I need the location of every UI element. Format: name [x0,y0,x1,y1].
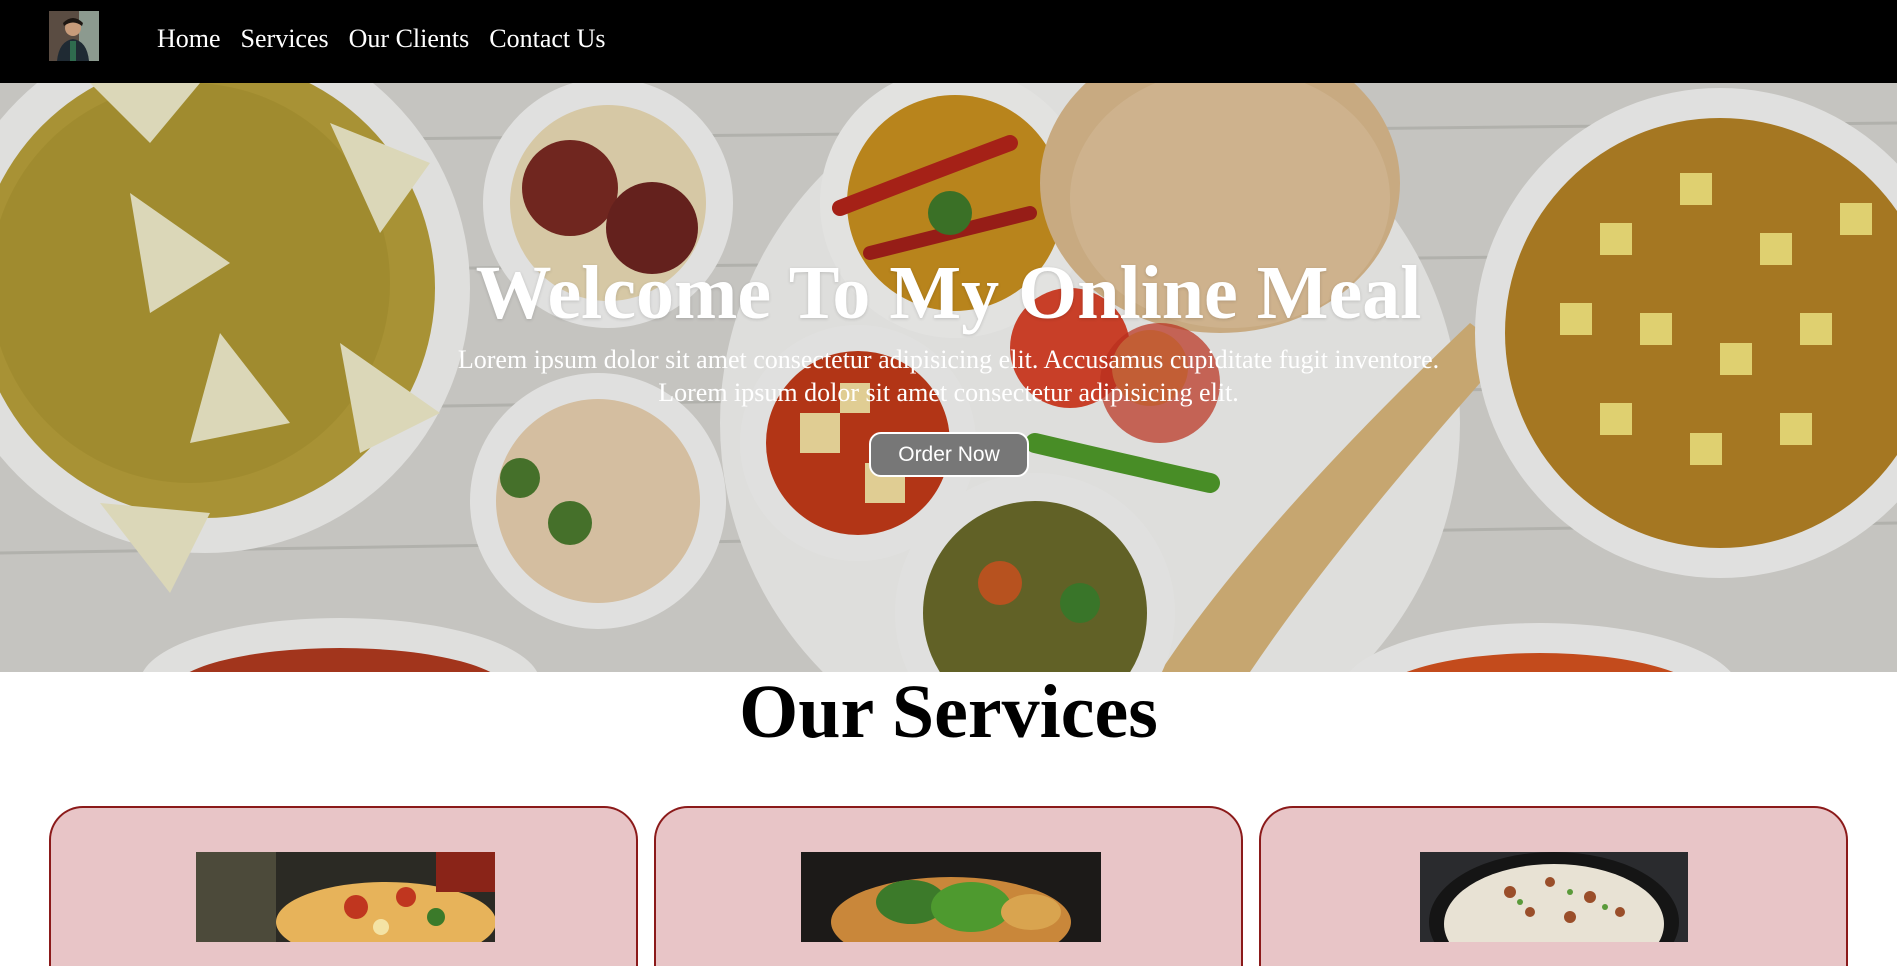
hero-description-line-2: Lorem ipsum dolor sit amet consectetur a… [658,378,1239,407]
service-card[interactable] [49,806,638,966]
hero-title: Welcome To My Online Meal [475,251,1422,335]
nav-contact-link[interactable]: Contact Us [489,22,605,56]
service-card[interactable] [654,806,1243,966]
hero-description-line-1: Lorem ipsum dolor sit amet consectetur a… [457,345,1440,374]
nav-links: Home Services Our Clients Contact Us [157,22,606,56]
nav-home-link[interactable]: Home [157,22,221,56]
order-now-button[interactable]: Order Now [869,432,1029,477]
hero-section: Welcome To My Online Meal Lorem ipsum do… [0,83,1897,672]
hero-description: Lorem ipsum dolor sit amet consectetur a… [300,343,1597,409]
logo-avatar-icon[interactable] [49,11,99,61]
nav-services-link[interactable]: Services [241,22,329,56]
service-card[interactable] [1259,806,1848,966]
biryani-image-icon [1420,852,1688,942]
services-title: Our Services [739,670,1158,754]
pizza-image-icon [196,852,495,942]
burger-image-icon [801,852,1101,942]
nav-clients-link[interactable]: Our Clients [349,22,470,56]
navbar: Home Services Our Clients Contact Us [0,0,1897,83]
